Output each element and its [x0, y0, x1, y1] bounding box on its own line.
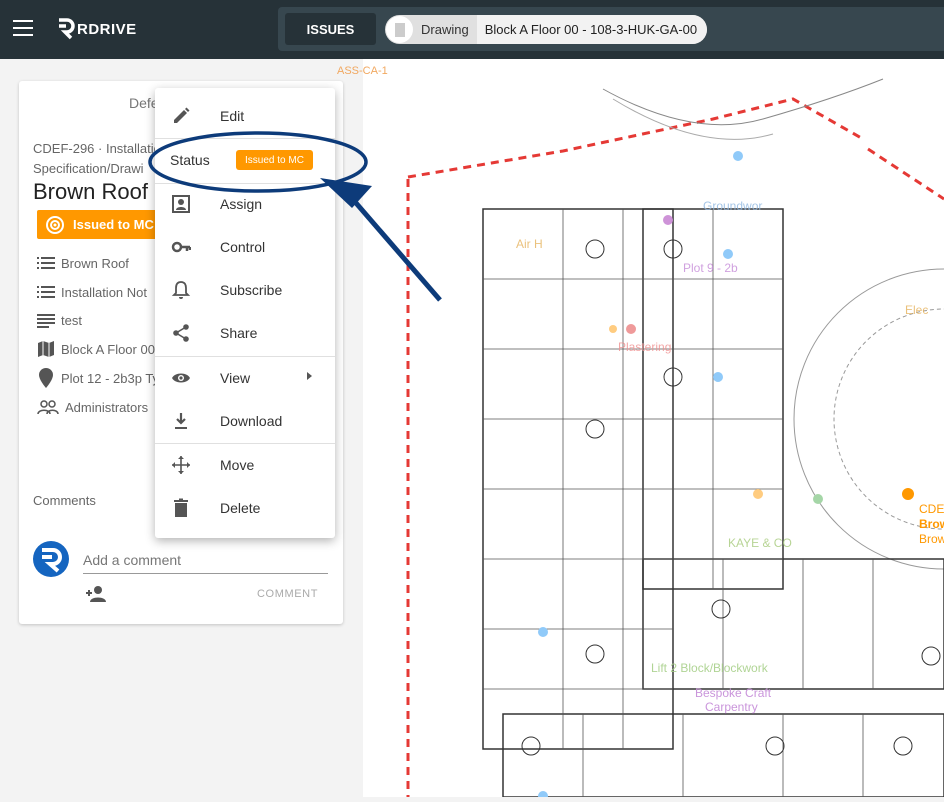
attribute-text: Block A Floor 00 [61, 341, 155, 357]
chevron-right-icon [307, 372, 312, 380]
share-icon [173, 324, 189, 342]
location-pin-icon [39, 368, 53, 388]
comment-placeholder: Add a comment [83, 552, 182, 568]
list-icon [37, 286, 55, 298]
menu-item-share[interactable]: Share [155, 313, 335, 353]
bell-icon [171, 281, 191, 299]
menu-item-control[interactable]: Control [155, 227, 335, 267]
plan-label-plastering: Plastering [618, 340, 672, 354]
floor-plan-drawing [406, 78, 944, 801]
drawing-chip-value: Block A Floor 00 - 108-3-HUK-GA-00 [476, 15, 708, 44]
menu-item-edit[interactable]: Edit [155, 96, 335, 136]
menu-item-delete[interactable]: Delete [155, 488, 335, 528]
attribute-row: test [37, 309, 82, 331]
rdrive-avatar-icon [42, 548, 62, 573]
drawing-chip-label: Drawing [421, 22, 469, 37]
plan-label-carpentry: Carpentry [705, 700, 758, 714]
menu-item-assign[interactable]: Assign [155, 184, 335, 224]
attribute-row: Brown Roof [37, 252, 129, 274]
drawing-chip[interactable]: Drawing Block A Floor 00 - 108-3-HUK-GA-… [385, 15, 708, 44]
attribute-text: Administrators [65, 399, 149, 415]
menu-item-label: Download [220, 413, 283, 429]
status-badge-label: Issued to MC [73, 217, 154, 232]
menu-item-label: Share [220, 325, 258, 341]
menu-item-label: Delete [220, 500, 261, 516]
edit-icon [174, 107, 190, 123]
attribute-text: Plot 12 - 2b3p Ty [61, 370, 160, 386]
eye-icon [172, 373, 190, 383]
menu-item-label: Assign [220, 196, 263, 212]
plan-label-brown-2: Brow [919, 532, 944, 546]
status-badge[interactable]: Issued to MC [37, 210, 166, 239]
assign-icon [172, 195, 190, 213]
drawing-canvas[interactable]: ASS-CA-1 Air H Plot 9 - 2b Groundwor Pla… [337, 59, 944, 801]
issue-type: Specification/Drawi [33, 161, 144, 176]
app-logo[interactable]: RDRIVE [57, 16, 137, 42]
attribute-text: test [61, 312, 82, 328]
target-icon [46, 215, 64, 234]
issues-button[interactable]: ISSUES [285, 13, 376, 45]
add-person-icon[interactable] [85, 585, 107, 603]
plan-label-bespoke: Bespoke Craft [695, 686, 772, 700]
plan-label-brown-1: Brow [919, 517, 944, 531]
menu-item-label: Control [220, 239, 266, 255]
menu-status-label: Status [170, 152, 210, 168]
delete-icon [174, 498, 188, 517]
menu-icon[interactable] [13, 20, 33, 36]
menu-item-label: View [220, 370, 251, 386]
menu-item-label: Subscribe [220, 282, 283, 298]
menu-item-label: Move [220, 457, 255, 473]
attribute-row: Installation Not [37, 281, 147, 303]
menu-item-move[interactable]: Move [155, 445, 335, 485]
menu-status-value[interactable]: Issued to MC [236, 150, 313, 170]
attribute-row: Administrators [37, 396, 148, 418]
plan-label-air: Air H [516, 237, 543, 251]
document-icon [394, 22, 405, 37]
attribute-row: Plot 12 - 2b3p Ty [37, 367, 159, 389]
menu-item-label: Edit [220, 108, 245, 124]
rdrive-logo-icon [59, 18, 75, 40]
plan-label-electric: Elec [905, 303, 929, 317]
attribute-text: Brown Roof [61, 255, 129, 271]
plan-label-cdef: CDEF [919, 502, 944, 516]
attribute-row: Block A Floor 00 [37, 338, 155, 360]
menu-item-download[interactable]: Download [155, 401, 335, 441]
key-icon [171, 241, 191, 253]
download-icon [175, 413, 187, 429]
attribute-text: Installation Not [61, 284, 147, 300]
group-icon [37, 400, 59, 415]
map-icon [38, 341, 54, 357]
issue-title: Brown Roof [33, 179, 148, 204]
plan-label-plot-9: Plot 9 - 2b [683, 261, 738, 275]
menu-item-subscribe[interactable]: Subscribe [155, 270, 335, 310]
issue-context-menu: Edit Status Issued to MC Assign Control … [155, 88, 335, 538]
plan-label-ground: Groundwor [703, 199, 763, 213]
plan-label-kaye: KAYE & CO [728, 536, 792, 550]
menu-divider [155, 138, 335, 139]
list-icon [37, 257, 55, 269]
app-name: RDRIVE [77, 20, 137, 38]
issue-reference: CDEF-296 · Installatio [33, 141, 161, 156]
menu-divider [155, 443, 335, 444]
notes-icon [37, 314, 55, 328]
menu-divider [155, 356, 335, 357]
comments-label: Comments [33, 493, 96, 508]
plan-label-top-ref: ASS-CA-1 [337, 65, 388, 77]
comment-button[interactable]: COMMENT [257, 588, 318, 600]
avatar [33, 541, 69, 577]
comment-input[interactable]: Add a comment [83, 547, 328, 574]
move-icon [172, 456, 190, 474]
plan-label-lift: Lift 2 Block/Blockwork [651, 661, 768, 675]
drawing-chip-avatar [386, 16, 413, 43]
